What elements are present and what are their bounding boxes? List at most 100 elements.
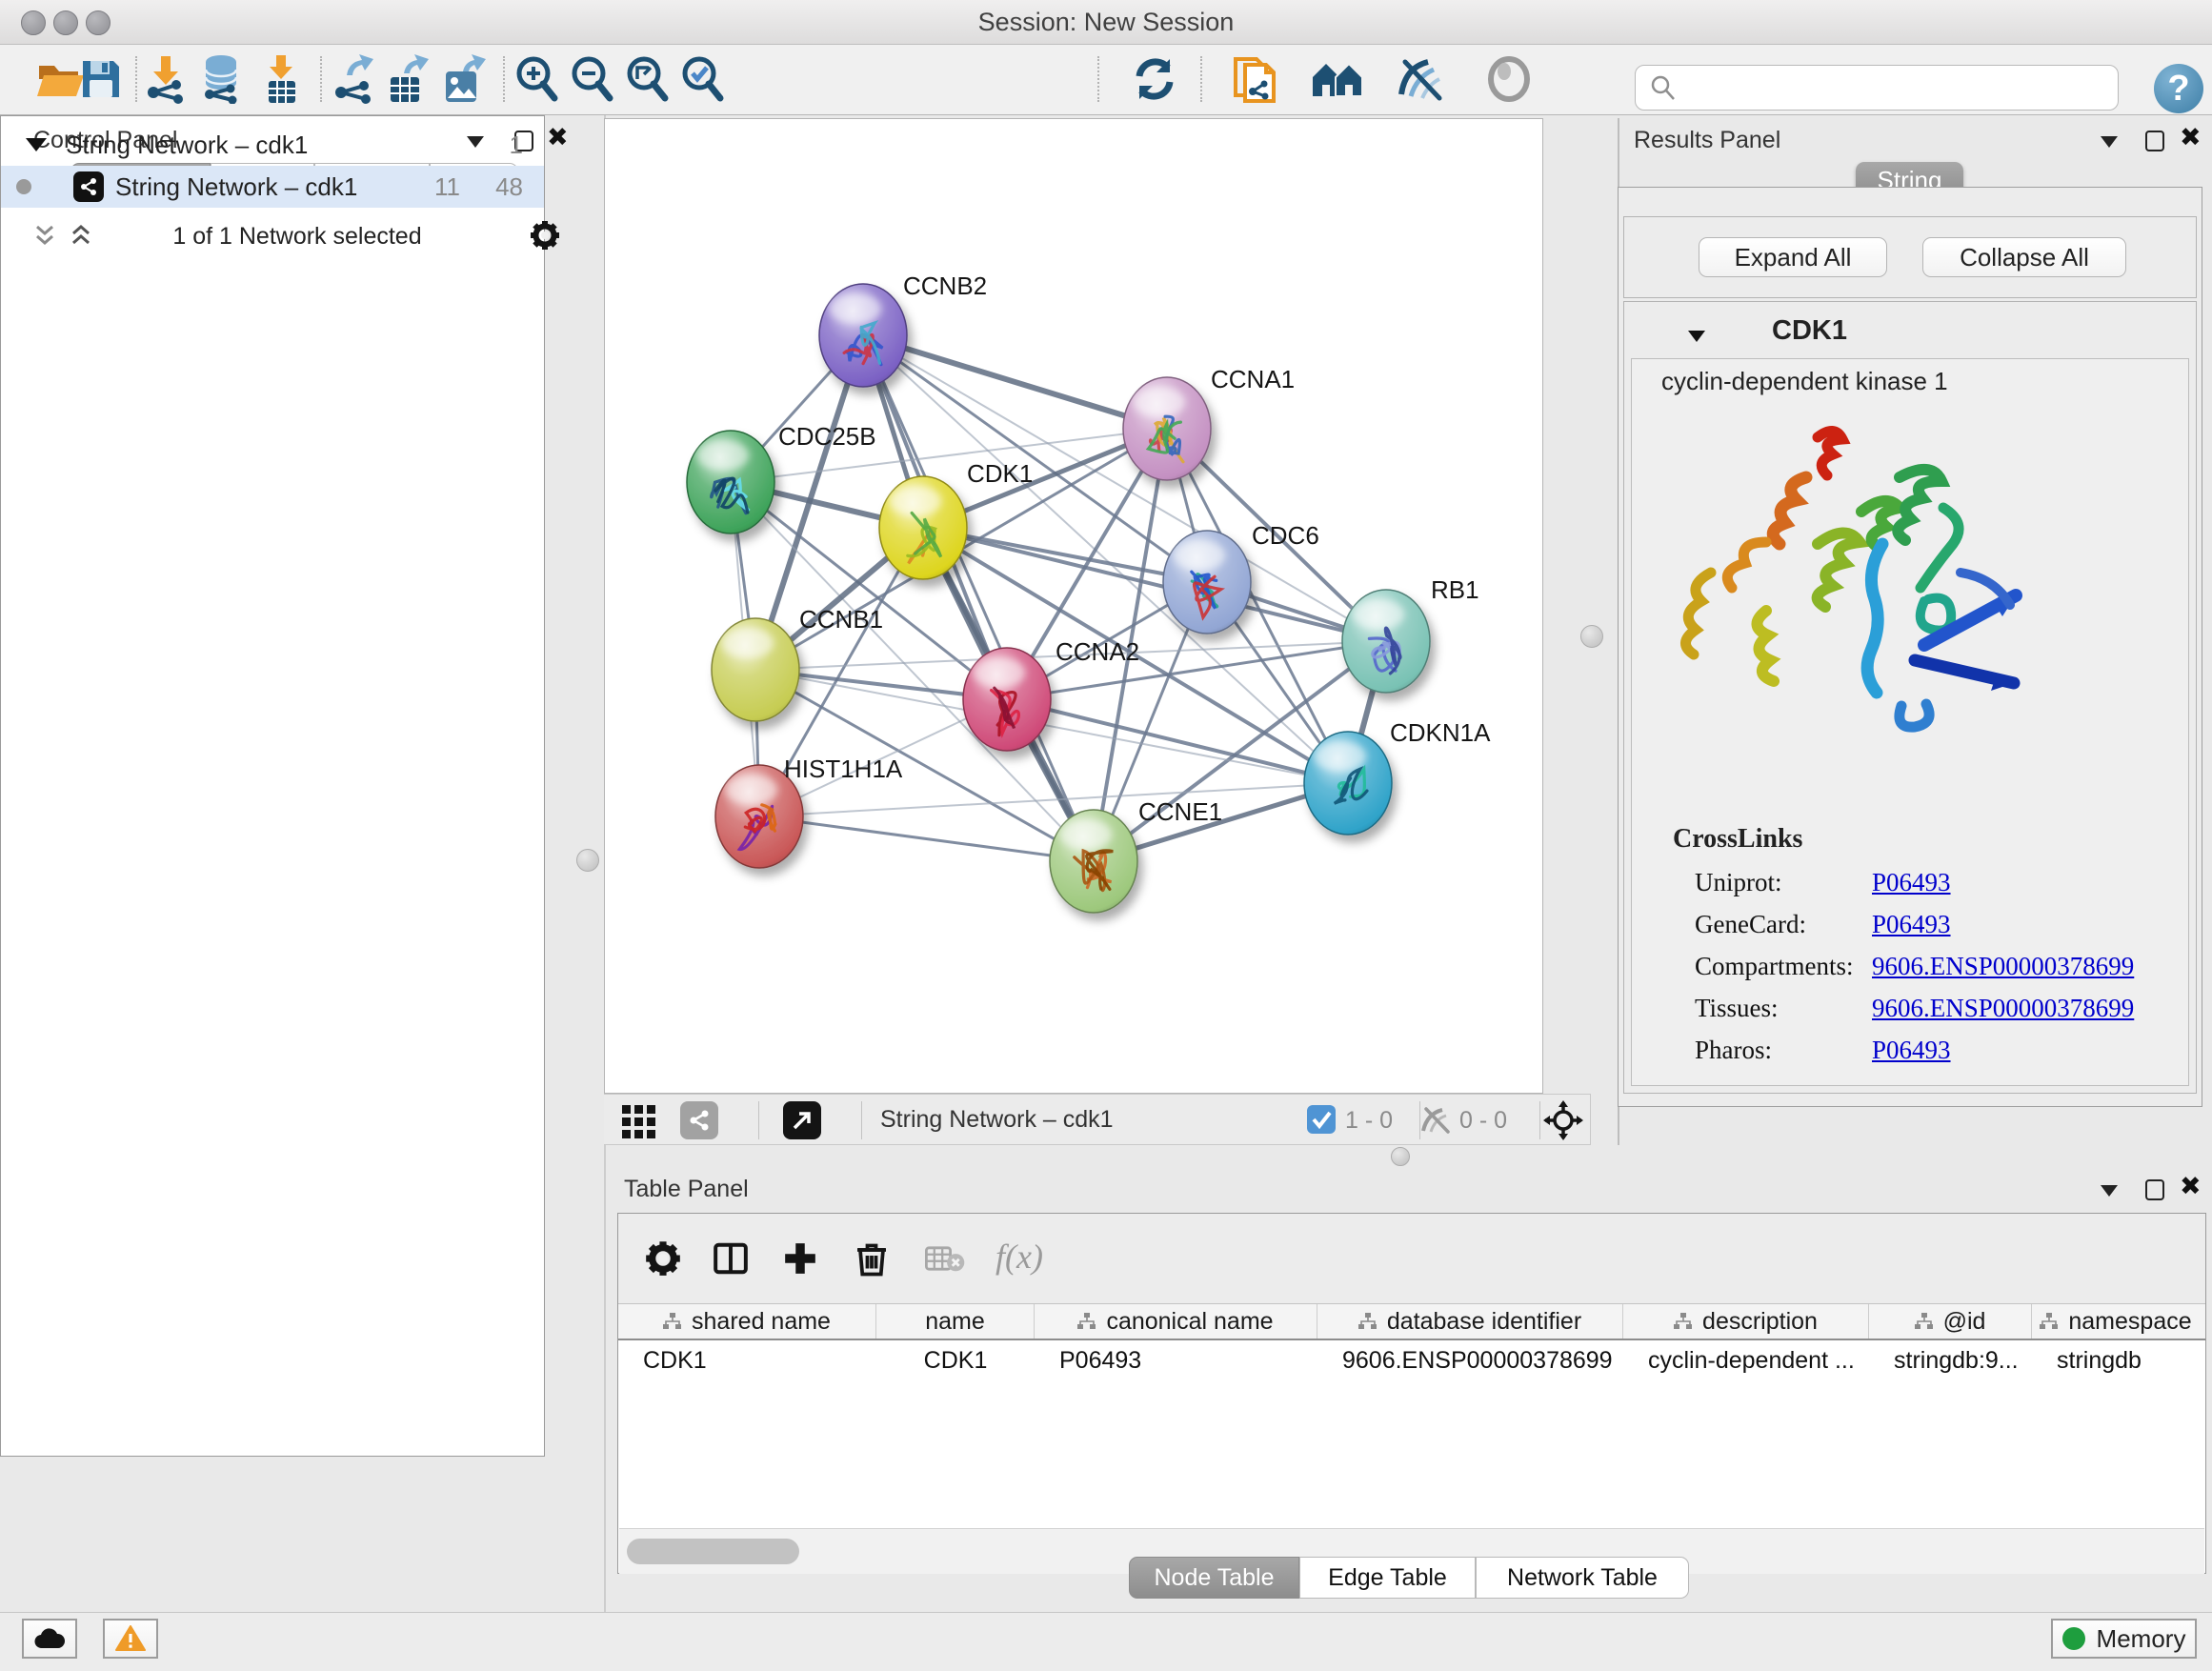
share-icon (688, 1109, 711, 1132)
network-node-RB1[interactable]: RB1 (1342, 575, 1479, 693)
left-splitter[interactable] (572, 115, 606, 1612)
horizontal-splitter-handle[interactable] (1391, 1147, 1410, 1166)
table-scrollbar-thumb[interactable] (627, 1539, 799, 1564)
toolbar-separator (1200, 56, 1202, 102)
zoom-in-button[interactable] (510, 52, 563, 106)
column-header-at-id[interactable]: @id (1869, 1304, 2032, 1339)
collapse-all-button[interactable]: Collapse All (1922, 237, 2126, 277)
export-image-button[interactable] (437, 52, 491, 106)
gene-details-box: cyclin-dependent kinase 1 (1631, 358, 2189, 1086)
network-row-selected[interactable]: String Network – cdk1 11 48 (1, 166, 544, 208)
warnings-button[interactable] (103, 1619, 158, 1659)
import-table-button[interactable] (255, 52, 309, 106)
birds-eye-view-button[interactable] (620, 1101, 658, 1139)
selected-checkbox-icon[interactable] (1307, 1105, 1336, 1134)
memory-status-dot (2062, 1627, 2085, 1650)
table-options-gear-icon[interactable] (645, 1240, 681, 1277)
import-network-button[interactable] (139, 52, 192, 106)
results-panel-close-icon[interactable]: ✖ (2180, 129, 2202, 148)
right-splitter-handle[interactable] (1580, 625, 1603, 648)
results-panel-menu-icon[interactable] (2101, 136, 2118, 148)
gene-disclosure-icon[interactable] (1688, 331, 1705, 342)
import-network-from-database-button[interactable] (194, 52, 248, 106)
column-type-icon (663, 1313, 682, 1330)
show-all-button[interactable] (1482, 52, 1536, 106)
export-image-icon (440, 54, 488, 104)
column-type-icon (1915, 1313, 1934, 1330)
crosslink-uniprot-link[interactable]: P06493 (1872, 868, 1951, 897)
column-header-description[interactable]: description (1623, 1304, 1869, 1339)
zoom-out-icon (568, 54, 615, 104)
create-column-plus-icon[interactable] (782, 1240, 818, 1277)
cloud-status-button[interactable] (22, 1619, 77, 1659)
clone-network-button[interactable] (1228, 52, 1281, 106)
column-type-icon (1077, 1313, 1096, 1330)
crosslink-pharos-link[interactable]: P06493 (1872, 1036, 1951, 1065)
tab-edge-table[interactable]: Edge Table (1299, 1557, 1476, 1599)
memory-button[interactable]: Memory (2051, 1619, 2197, 1659)
network-tree: String Network – cdk1 1 String Network –… (0, 115, 545, 1457)
node-label-CCNA1: CCNA1 (1211, 365, 1295, 393)
control-panel-close-icon[interactable]: ✖ (547, 129, 569, 148)
column-header-shared-name[interactable]: shared name (618, 1304, 876, 1339)
crosslink-tissues-link[interactable]: 9606.ENSP00000378699 (1872, 994, 2134, 1023)
tab-node-table[interactable]: Node Table (1129, 1557, 1299, 1599)
network-node-CDC6[interactable]: CDC6 (1163, 521, 1319, 634)
column-header-database-identifier[interactable]: database identifier (1317, 1304, 1623, 1339)
network-node-CCNA2[interactable]: CCNA2 (963, 637, 1139, 751)
application-window: Session: New Session (0, 0, 2212, 1671)
column-header-name[interactable]: name (876, 1304, 1035, 1339)
table-panel-close-icon[interactable]: ✖ (2180, 1178, 2202, 1197)
crosslink-compartments-link[interactable]: 9606.ENSP00000378699 (1872, 952, 2134, 981)
refresh-button[interactable] (1128, 52, 1181, 106)
node-label-CCNA2: CCNA2 (1056, 637, 1139, 666)
network-graph: CCNB2CCNA1CDC25BCDK1CDC6RB1CCNB1CCNA2CDK… (605, 119, 1542, 1093)
table-panel-menu-icon[interactable] (2101, 1185, 2118, 1197)
table-tabs: Node TableEdge TableNetwork Table (1129, 1557, 1689, 1599)
table-row[interactable]: CDK1 CDK1 P06493 9606.ENSP00000378699 cy… (618, 1340, 2205, 1380)
open-in-window-button[interactable] (783, 1101, 821, 1139)
network-share-button[interactable] (680, 1101, 718, 1139)
delete-column-trash-icon[interactable] (855, 1239, 889, 1278)
network-node-CDKN1A[interactable]: CDKN1A (1304, 718, 1491, 835)
crosslink-genecard-link[interactable]: P06493 (1872, 910, 1951, 939)
left-splitter-handle[interactable] (576, 849, 599, 872)
network-node-CCNE1[interactable]: CCNE1 (1050, 797, 1222, 913)
zoom-fit-button[interactable] (620, 52, 674, 106)
network-node-CCNB1[interactable]: CCNB1 (712, 605, 883, 721)
tab-network-table[interactable]: Network Table (1476, 1557, 1689, 1599)
zoom-out-button[interactable] (565, 52, 618, 106)
network-options-gear-icon[interactable] (530, 220, 560, 251)
network-collection-row[interactable]: String Network – cdk1 1 (1, 124, 544, 166)
crosslink-label: Compartments: (1695, 952, 1853, 981)
column-header-canonical-name[interactable]: canonical name (1035, 1304, 1317, 1339)
node-label-CCNB1: CCNB1 (799, 605, 883, 634)
save-session-button[interactable] (74, 52, 128, 106)
network-node-CDC25B[interactable]: CDC25B (687, 422, 876, 534)
toolbar-separator (1097, 56, 1099, 102)
export-table-button[interactable] (382, 52, 435, 106)
collection-disclosure-icon[interactable] (26, 138, 47, 151)
network-node-count: 11 (434, 172, 460, 202)
table-panel-float-icon[interactable] (2145, 1179, 2164, 1200)
houses-icon (1311, 58, 1364, 100)
hide-selected-button[interactable] (1394, 52, 1447, 106)
network-node-CCNB2[interactable]: CCNB2 (819, 272, 987, 387)
column-header-namespace[interactable]: namespace (2032, 1304, 2200, 1339)
network-node-HIST1H1A[interactable]: HIST1H1A (715, 755, 903, 868)
search-input[interactable] (1687, 73, 2101, 102)
expand-all-button[interactable]: Expand All (1699, 237, 1887, 277)
export-network-button[interactable] (327, 52, 380, 106)
fit-content-crosshair-icon[interactable] (1543, 1100, 1583, 1140)
network-node-CCNA1[interactable]: CCNA1 (1123, 365, 1295, 480)
network-canvas[interactable]: CCNB2CCNA1CDC25BCDK1CDC6RB1CCNB1CCNA2CDK… (604, 118, 1543, 1094)
toolbar-separator (503, 56, 505, 102)
show-columns-icon[interactable] (712, 1240, 750, 1277)
import-table-icon (260, 54, 304, 104)
search-box[interactable] (1635, 65, 2119, 111)
right-splitter[interactable] (1543, 118, 1619, 1145)
help-button[interactable]: ? (2154, 64, 2203, 113)
results-panel-float-icon[interactable] (2145, 131, 2164, 151)
zoom-selected-button[interactable] (675, 52, 729, 106)
first-neighbors-button[interactable] (1311, 52, 1364, 106)
